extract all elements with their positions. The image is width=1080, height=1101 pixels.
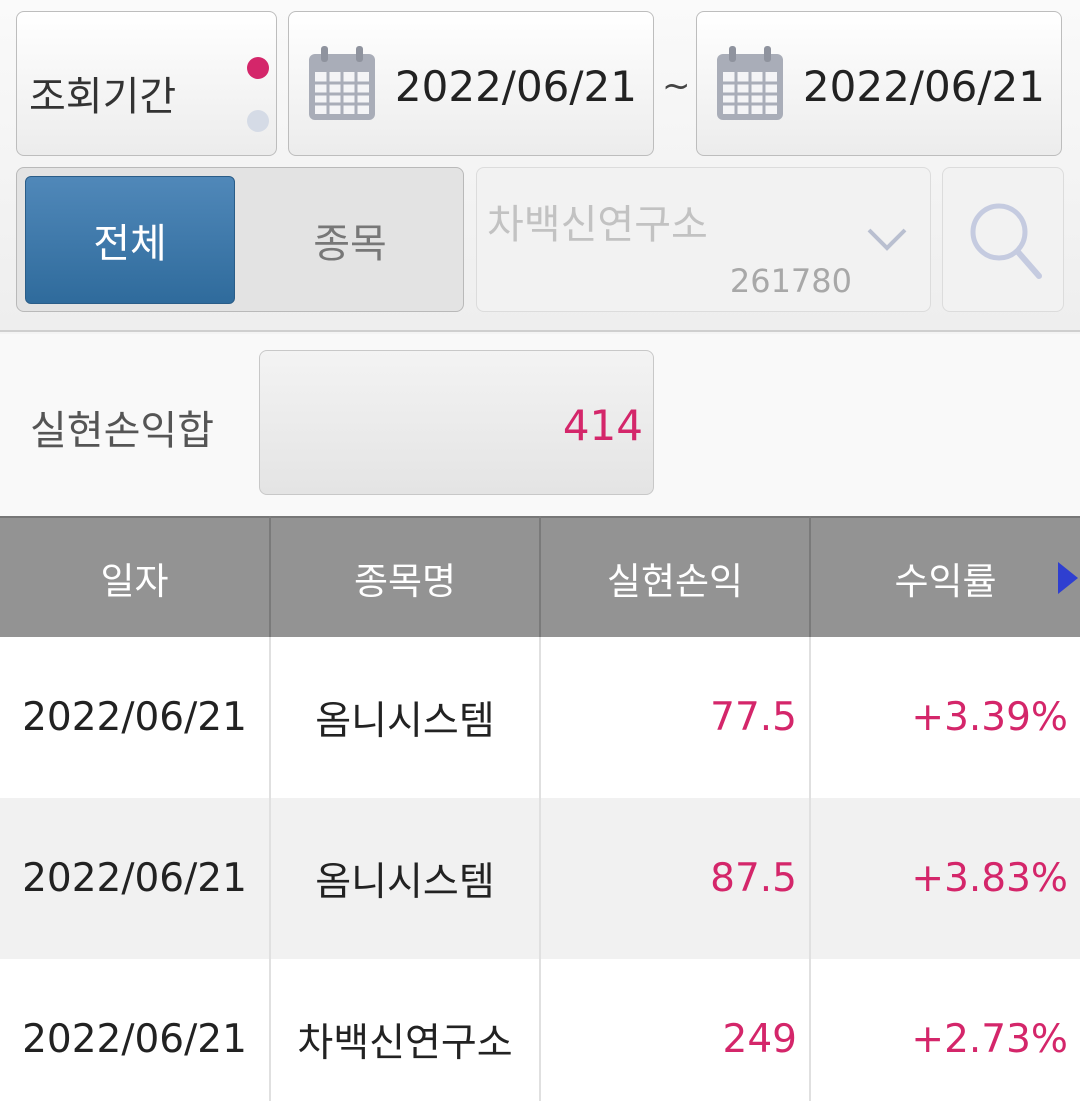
end-date-field[interactable]: 2022/06/21 xyxy=(696,11,1062,156)
table-row[interactable]: 2022/06/21 옴니시스템 87.5 +3.83% xyxy=(0,798,1080,959)
realized-profit-total-box: 414 xyxy=(259,350,654,495)
query-panel: 조회기간 2022/06/21 ~ 2022/06/21 전체 종목 차백신연구… xyxy=(0,0,1080,332)
date-range-separator: ~ xyxy=(662,66,691,106)
search-icon xyxy=(970,203,1042,279)
period-option-dot-inactive[interactable] xyxy=(247,110,269,132)
profit-table: 일자 종목명 실현손익 수익률 2022/06/21 옴니시스템 77.5 +3… xyxy=(0,516,1080,1101)
filter-item-button[interactable]: 종목 xyxy=(243,176,457,304)
start-date-value: 2022/06/21 xyxy=(394,62,637,111)
cell-profit: 249 xyxy=(540,959,811,1101)
cell-rate: +3.39% xyxy=(810,637,1080,798)
column-header-name: 종목명 xyxy=(270,516,541,637)
stock-dropdown[interactable]: 차백신연구소 261780 xyxy=(476,167,931,312)
period-label: 조회기간 xyxy=(29,74,177,120)
stock-code: 261780 xyxy=(729,262,852,300)
column-header-rate-label: 수익률 xyxy=(894,559,997,603)
cell-rate: +3.83% xyxy=(810,798,1080,959)
chevron-down-icon xyxy=(867,228,907,251)
summary-section: 실현손익합 414 xyxy=(0,334,1080,516)
column-header-rate: 수익률 xyxy=(810,516,1080,637)
realized-profit-total-label: 실현손익합 xyxy=(30,408,214,454)
cell-name: 옴니시스템 xyxy=(270,637,541,798)
realized-profit-total-value: 414 xyxy=(562,401,643,450)
period-selector[interactable]: 조회기간 xyxy=(16,11,277,156)
start-date-field[interactable]: 2022/06/21 xyxy=(288,11,654,156)
period-option-dot-active[interactable] xyxy=(247,57,269,79)
cell-date: 2022/06/21 xyxy=(0,637,271,798)
scroll-right-icon[interactable] xyxy=(1054,558,1080,598)
column-header-profit: 실현손익 xyxy=(540,516,811,637)
stock-name: 차백신연구소 xyxy=(487,202,708,248)
filter-segmented-control: 전체 종목 xyxy=(16,167,464,312)
table-row[interactable]: 2022/06/21 차백신연구소 249 +2.73% xyxy=(0,959,1080,1101)
table-header-row: 일자 종목명 실현손익 수익률 xyxy=(0,516,1080,637)
cell-name: 차백신연구소 xyxy=(270,959,541,1101)
calendar-icon xyxy=(717,46,783,120)
cell-profit: 77.5 xyxy=(540,637,811,798)
column-header-date: 일자 xyxy=(0,516,271,637)
cell-profit: 87.5 xyxy=(540,798,811,959)
filter-all-button[interactable]: 전체 xyxy=(25,176,235,304)
cell-rate: +2.73% xyxy=(810,959,1080,1101)
cell-date: 2022/06/21 xyxy=(0,959,271,1101)
table-row[interactable]: 2022/06/21 옴니시스템 77.5 +3.39% xyxy=(0,637,1080,798)
cell-date: 2022/06/21 xyxy=(0,798,271,959)
search-button[interactable] xyxy=(942,167,1064,312)
cell-name: 옴니시스템 xyxy=(270,798,541,959)
calendar-icon xyxy=(309,46,375,120)
end-date-value: 2022/06/21 xyxy=(802,62,1045,111)
